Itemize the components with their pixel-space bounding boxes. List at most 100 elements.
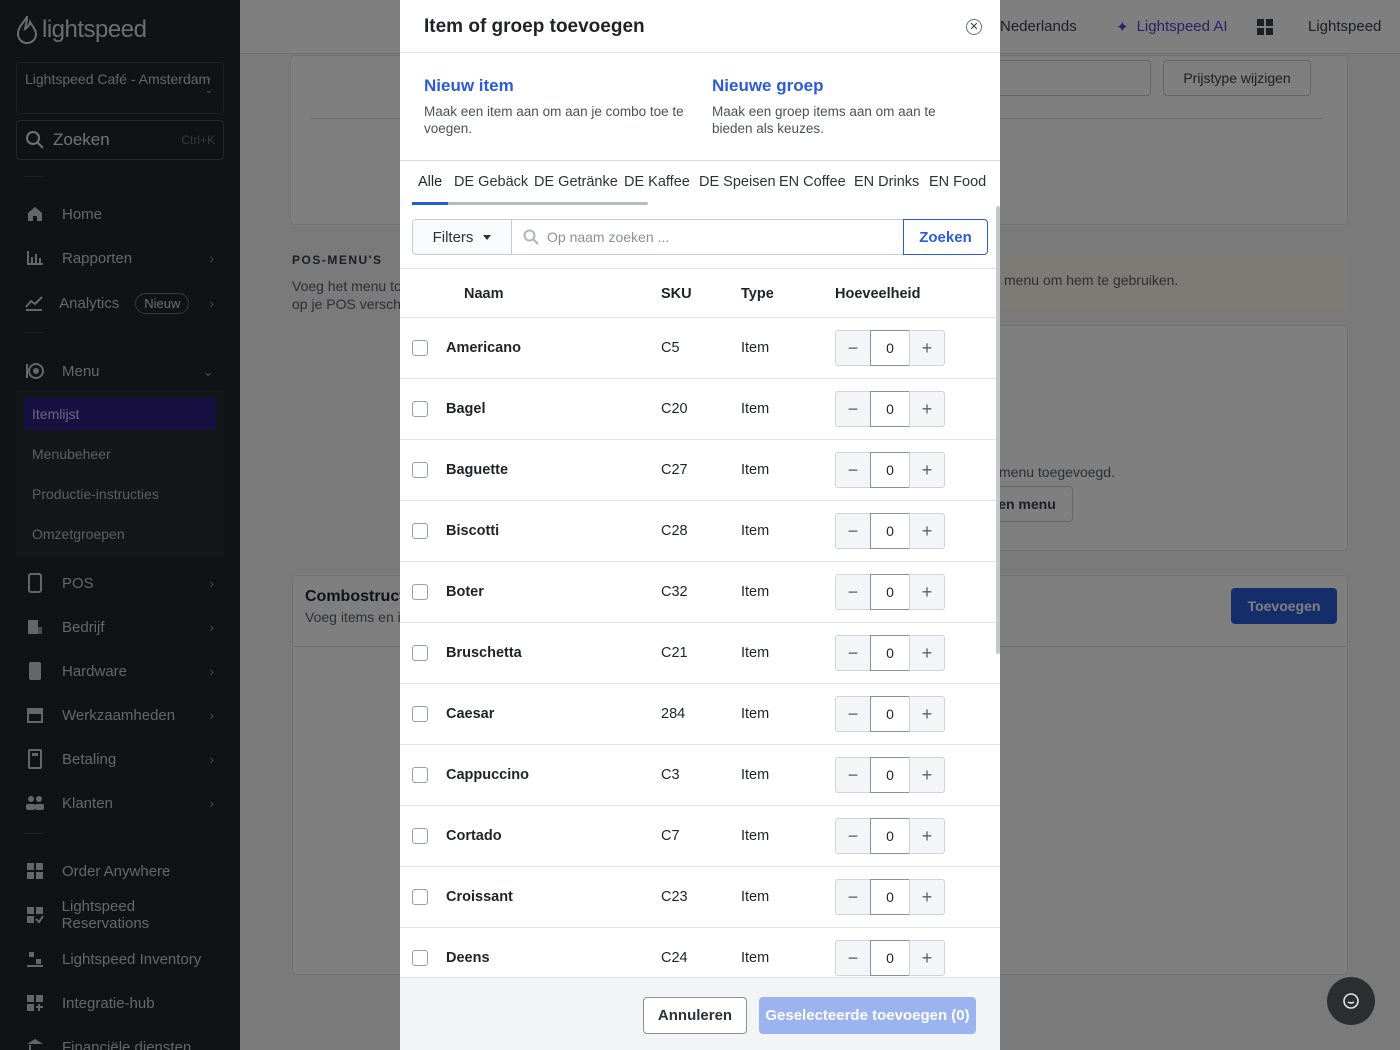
quantity-stepper: − 0 + — [835, 879, 945, 915]
row-checkbox[interactable] — [412, 889, 428, 905]
new-group-option[interactable]: Nieuwe groep Maak een groep items aan om… — [712, 76, 962, 137]
search-input[interactable] — [547, 229, 877, 245]
quantity-input[interactable]: 0 — [870, 757, 910, 793]
plus-icon[interactable]: + — [909, 391, 945, 427]
tab-en-drinks[interactable]: EN Drinks — [854, 174, 919, 190]
dialog-footer: Annuleren Geselecteerde toevoegen (0) — [400, 977, 1000, 1050]
item-sku: 284 — [661, 706, 686, 722]
item-name: Americano — [446, 340, 521, 356]
table-row: Bruschetta C21 Item − 0 + — [400, 623, 1000, 684]
search-field[interactable] — [511, 219, 904, 255]
quantity-input[interactable]: 0 — [870, 452, 910, 488]
tab-de-geback[interactable]: DE Gebäck — [454, 174, 528, 190]
tab-de-speisen[interactable]: DE Speisen — [699, 174, 776, 190]
table-row: Deens C24 Item − 0 + — [400, 928, 1000, 978]
minus-icon[interactable]: − — [835, 635, 871, 671]
plus-icon[interactable]: + — [909, 818, 945, 854]
item-type: Item — [741, 523, 770, 539]
item-name: Boter — [446, 584, 484, 600]
search-button[interactable]: Zoeken — [903, 219, 988, 255]
item-sku: C7 — [661, 828, 680, 844]
item-sku: C24 — [661, 950, 688, 966]
quantity-input[interactable]: 0 — [870, 513, 910, 549]
minus-icon[interactable]: − — [835, 696, 871, 732]
add-selected-button[interactable]: Geselecteerde toevoegen (0) — [759, 997, 976, 1034]
items-table-body: Americano C5 Item − 0 + Bagel C20 Item −… — [400, 318, 1000, 978]
plus-icon[interactable]: + — [909, 940, 945, 976]
item-type: Item — [741, 889, 770, 905]
row-checkbox[interactable] — [412, 950, 428, 966]
tab-de-getranke[interactable]: DE Getränke — [534, 174, 618, 190]
row-checkbox[interactable] — [412, 645, 428, 661]
list-scrollbar[interactable] — [996, 206, 1000, 654]
quantity-stepper: − 0 + — [835, 818, 945, 854]
chat-button[interactable] — [1327, 977, 1375, 1025]
minus-icon[interactable]: − — [835, 818, 871, 854]
item-name: Biscotti — [446, 523, 500, 539]
plus-icon[interactable]: + — [909, 635, 945, 671]
new-item-link[interactable]: Nieuw item — [424, 76, 694, 96]
table-row: Baguette C27 Item − 0 + — [400, 440, 1000, 501]
item-sku: C32 — [661, 584, 688, 600]
tab-en-food[interactable]: EN Food — [929, 174, 986, 190]
tab-de-kaffee[interactable]: DE Kaffee — [624, 174, 690, 190]
tab-all[interactable]: Alle — [418, 174, 442, 190]
plus-icon[interactable]: + — [909, 513, 945, 549]
row-checkbox[interactable] — [412, 706, 428, 722]
plus-icon[interactable]: + — [909, 574, 945, 610]
column-quantity: Hoeveelheid — [835, 286, 921, 302]
minus-icon[interactable]: − — [835, 513, 871, 549]
filters-label: Filters — [432, 228, 474, 246]
plus-icon[interactable]: + — [909, 330, 945, 366]
quantity-input[interactable]: 0 — [870, 330, 910, 366]
minus-icon[interactable]: − — [835, 452, 871, 488]
table-row: Croissant C23 Item − 0 + — [400, 867, 1000, 928]
item-sku: C21 — [661, 645, 688, 661]
filters-button[interactable]: Filters — [412, 219, 512, 255]
quantity-stepper: − 0 + — [835, 452, 945, 488]
minus-icon[interactable]: − — [835, 330, 871, 366]
quantity-input[interactable]: 0 — [870, 574, 910, 610]
row-checkbox[interactable] — [412, 584, 428, 600]
dialog-title: Item of groep toevoegen — [424, 16, 645, 37]
row-checkbox[interactable] — [412, 767, 428, 783]
plus-icon[interactable]: + — [909, 696, 945, 732]
quantity-input[interactable]: 0 — [870, 940, 910, 976]
quantity-stepper: − 0 + — [835, 391, 945, 427]
minus-icon[interactable]: − — [835, 757, 871, 793]
quantity-input[interactable]: 0 — [870, 635, 910, 671]
quantity-stepper: − 0 + — [835, 757, 945, 793]
plus-icon[interactable]: + — [909, 757, 945, 793]
minus-icon[interactable]: − — [835, 391, 871, 427]
item-name: Bruschetta — [446, 645, 522, 661]
item-name: Cappuccino — [446, 767, 529, 783]
quantity-input[interactable]: 0 — [870, 696, 910, 732]
cancel-button[interactable]: Annuleren — [643, 997, 747, 1034]
search-icon — [523, 229, 539, 245]
new-group-link[interactable]: Nieuwe groep — [712, 76, 962, 96]
item-name: Cortado — [446, 828, 502, 844]
close-icon[interactable]: ✕ — [966, 19, 982, 35]
minus-icon[interactable]: − — [835, 879, 871, 915]
quantity-stepper: − 0 + — [835, 330, 945, 366]
new-item-desc: Maak een item aan om aan je combo toe te… — [424, 104, 684, 136]
chat-icon — [1343, 993, 1359, 1009]
item-type: Item — [741, 706, 770, 722]
plus-icon[interactable]: + — [909, 879, 945, 915]
item-type: Item — [741, 401, 770, 417]
quantity-input[interactable]: 0 — [870, 879, 910, 915]
row-checkbox[interactable] — [412, 828, 428, 844]
row-checkbox[interactable] — [412, 523, 428, 539]
plus-icon[interactable]: + — [909, 452, 945, 488]
tab-en-coffee[interactable]: EN Coffee — [779, 174, 846, 190]
row-checkbox[interactable] — [412, 340, 428, 356]
quantity-input[interactable]: 0 — [870, 818, 910, 854]
table-row: Cappuccino C3 Item − 0 + — [400, 745, 1000, 806]
row-checkbox[interactable] — [412, 462, 428, 478]
minus-icon[interactable]: − — [835, 574, 871, 610]
column-sku: SKU — [661, 286, 692, 302]
quantity-input[interactable]: 0 — [870, 391, 910, 427]
new-item-option[interactable]: Nieuw item Maak een item aan om aan je c… — [424, 76, 694, 137]
minus-icon[interactable]: − — [835, 940, 871, 976]
row-checkbox[interactable] — [412, 401, 428, 417]
